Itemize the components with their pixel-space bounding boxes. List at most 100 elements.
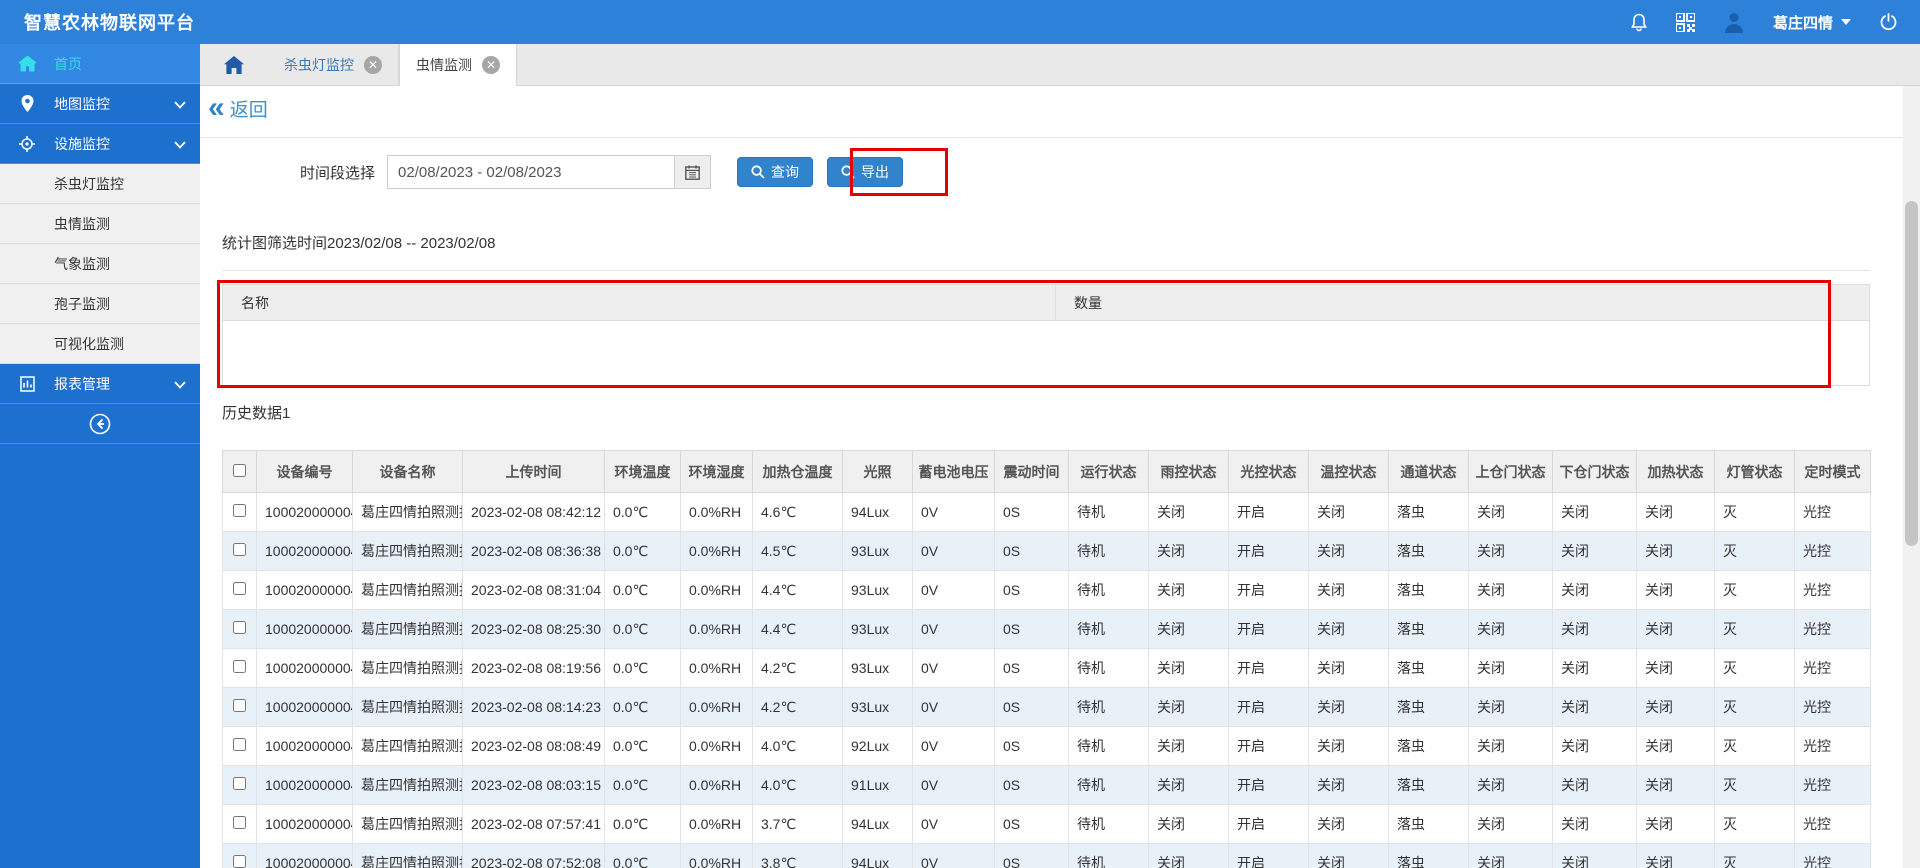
- cell: 0.0℃: [604, 609, 681, 649]
- cell: 待机: [1068, 804, 1149, 844]
- power-icon[interactable]: [1879, 12, 1898, 32]
- tab-label: 杀虫灯监控: [284, 56, 354, 73]
- cell: 光控: [1794, 492, 1871, 532]
- cell: 落虫: [1388, 609, 1469, 649]
- sidebar-item-facility-monitor[interactable]: 设施监控: [0, 124, 200, 164]
- cell: 待机: [1068, 570, 1149, 610]
- cell: 葛庄四情拍照测报: [352, 609, 463, 649]
- user-avatar-icon[interactable]: [1723, 11, 1745, 33]
- cell: 0S: [994, 609, 1069, 649]
- row-checkbox[interactable]: [233, 660, 246, 673]
- row-checkbox[interactable]: [233, 777, 246, 790]
- column-header: 蓄电池电压: [912, 450, 995, 493]
- cell: 关闭: [1636, 531, 1715, 571]
- sidebar-item-weather-monitor[interactable]: 气象监测: [0, 244, 200, 284]
- qr-code-icon[interactable]: [1675, 12, 1695, 32]
- cell: 开启: [1228, 648, 1309, 688]
- cell: 关闭: [1148, 531, 1229, 571]
- history-header-row: 设备编号 设备名称 上传时间 环境温度 环境湿度 加热仓温度 光照 蓄电池电压 震动时间 运行状态…: [222, 450, 1871, 493]
- column-header: 定时模式: [1794, 450, 1871, 493]
- cell: 灭: [1714, 531, 1795, 571]
- double-chevron-left-icon: «: [208, 91, 225, 124]
- cell: 0.0℃: [604, 570, 681, 610]
- cell: 待机: [1068, 531, 1149, 571]
- cell: 关闭: [1552, 687, 1637, 727]
- cell: 灭: [1714, 765, 1795, 805]
- column-header: 温控状态: [1308, 450, 1389, 493]
- cell: 葛庄四情拍照测报: [352, 492, 463, 532]
- column-header: 运行状态: [1068, 450, 1149, 493]
- cell: 待机: [1068, 687, 1149, 727]
- cell: 开启: [1228, 804, 1309, 844]
- page-content: « 返回 时间段选择 查询 导出 统计图筛选时间2023/02/08 -- 2: [200, 86, 1903, 868]
- cell: 待机: [1068, 648, 1149, 688]
- column-header: 设备名称: [352, 450, 463, 493]
- cell: 0.0℃: [604, 648, 681, 688]
- username: 葛庄四情: [1772, 14, 1833, 32]
- cell: 葛庄四情拍照测报: [352, 648, 463, 688]
- row-checkbox[interactable]: [233, 738, 246, 751]
- bell-icon[interactable]: [1630, 13, 1648, 32]
- cell: 开启: [1228, 843, 1309, 868]
- main-area: 杀虫灯监控 ✕ 虫情监测 ✕ « 返回 时间段选择 查询: [200, 44, 1920, 868]
- cell: 100020000004: [256, 726, 353, 766]
- sidebar-item-home[interactable]: 首页: [0, 44, 200, 84]
- tab-home-button[interactable]: [200, 44, 268, 85]
- cell: 0.0%RH: [680, 531, 753, 571]
- row-checkbox[interactable]: [233, 855, 246, 868]
- cell: 灭: [1714, 648, 1795, 688]
- cell: 光控: [1794, 570, 1871, 610]
- sidebar-item-label: 地图监控: [54, 95, 110, 112]
- table-row: 100020000004 葛庄四情拍照测报 2023-02-08 07:52:08 0…: [222, 843, 1871, 868]
- query-button-label: 查询: [771, 164, 800, 180]
- select-all-checkbox[interactable]: [233, 463, 246, 477]
- sidebar-item-spore-monitor[interactable]: 孢子监测: [0, 284, 200, 324]
- row-checkbox[interactable]: [233, 816, 246, 829]
- row-checkbox[interactable]: [233, 699, 246, 712]
- cell: 100020000004: [256, 843, 353, 868]
- row-checkbox[interactable]: [233, 621, 246, 634]
- cell: 关闭: [1308, 726, 1389, 766]
- cell: 待机: [1068, 609, 1149, 649]
- cell: 0V: [912, 609, 995, 649]
- close-icon[interactable]: ✕: [482, 56, 500, 74]
- cell: 2023-02-08 08:14:23: [462, 687, 605, 727]
- sidebar-collapse-button[interactable]: [0, 404, 200, 444]
- sidebar-item-insect-lamp[interactable]: 杀虫灯监控: [0, 164, 200, 204]
- sidebar-item-insect-monitor[interactable]: 虫情监测: [0, 204, 200, 244]
- row-checkbox[interactable]: [233, 543, 246, 556]
- cell: 待机: [1068, 492, 1149, 532]
- column-header: 环境温度: [604, 450, 681, 493]
- sidebar-item-map-monitor[interactable]: 地图监控: [0, 84, 200, 124]
- report-icon: [0, 375, 54, 392]
- cell: 0S: [994, 687, 1069, 727]
- row-checkbox[interactable]: [233, 582, 246, 595]
- date-range-label: 时间段选择: [300, 164, 376, 182]
- cell: 0.0℃: [604, 765, 681, 805]
- cell: 0S: [994, 765, 1069, 805]
- tab-insect-lamp[interactable]: 杀虫灯监控 ✕: [268, 44, 399, 85]
- cell: 0V: [912, 804, 995, 844]
- cell: 91Lux: [842, 765, 913, 805]
- row-checkbox[interactable]: [233, 504, 246, 517]
- user-menu[interactable]: 葛庄四情: [1773, 12, 1851, 33]
- back-button[interactable]: « 返回: [208, 91, 268, 124]
- tab-insect-monitor[interactable]: 虫情监测 ✕: [399, 44, 517, 86]
- sidebar-item-visual-monitor[interactable]: 可视化监测: [0, 324, 200, 364]
- sidebar-item-report-manage[interactable]: 报表管理: [0, 364, 200, 404]
- cell: 待机: [1068, 843, 1149, 868]
- vertical-scrollbar[interactable]: [1903, 86, 1920, 868]
- cell: 开启: [1228, 687, 1309, 727]
- stats-col-quantity: 数量: [1055, 285, 1869, 320]
- calendar-button[interactable]: [675, 155, 712, 189]
- search-icon: [751, 165, 765, 179]
- close-icon[interactable]: ✕: [364, 55, 382, 74]
- scrollbar-thumb[interactable]: [1905, 201, 1918, 546]
- date-range-input[interactable]: [387, 155, 676, 189]
- column-header: 光照: [842, 450, 913, 493]
- cell: 2023-02-08 08:03:15: [462, 765, 605, 805]
- query-button[interactable]: 查询: [737, 157, 814, 187]
- cell: 94Lux: [842, 492, 913, 532]
- export-button[interactable]: 导出: [827, 157, 904, 187]
- cell: 落虫: [1388, 492, 1469, 532]
